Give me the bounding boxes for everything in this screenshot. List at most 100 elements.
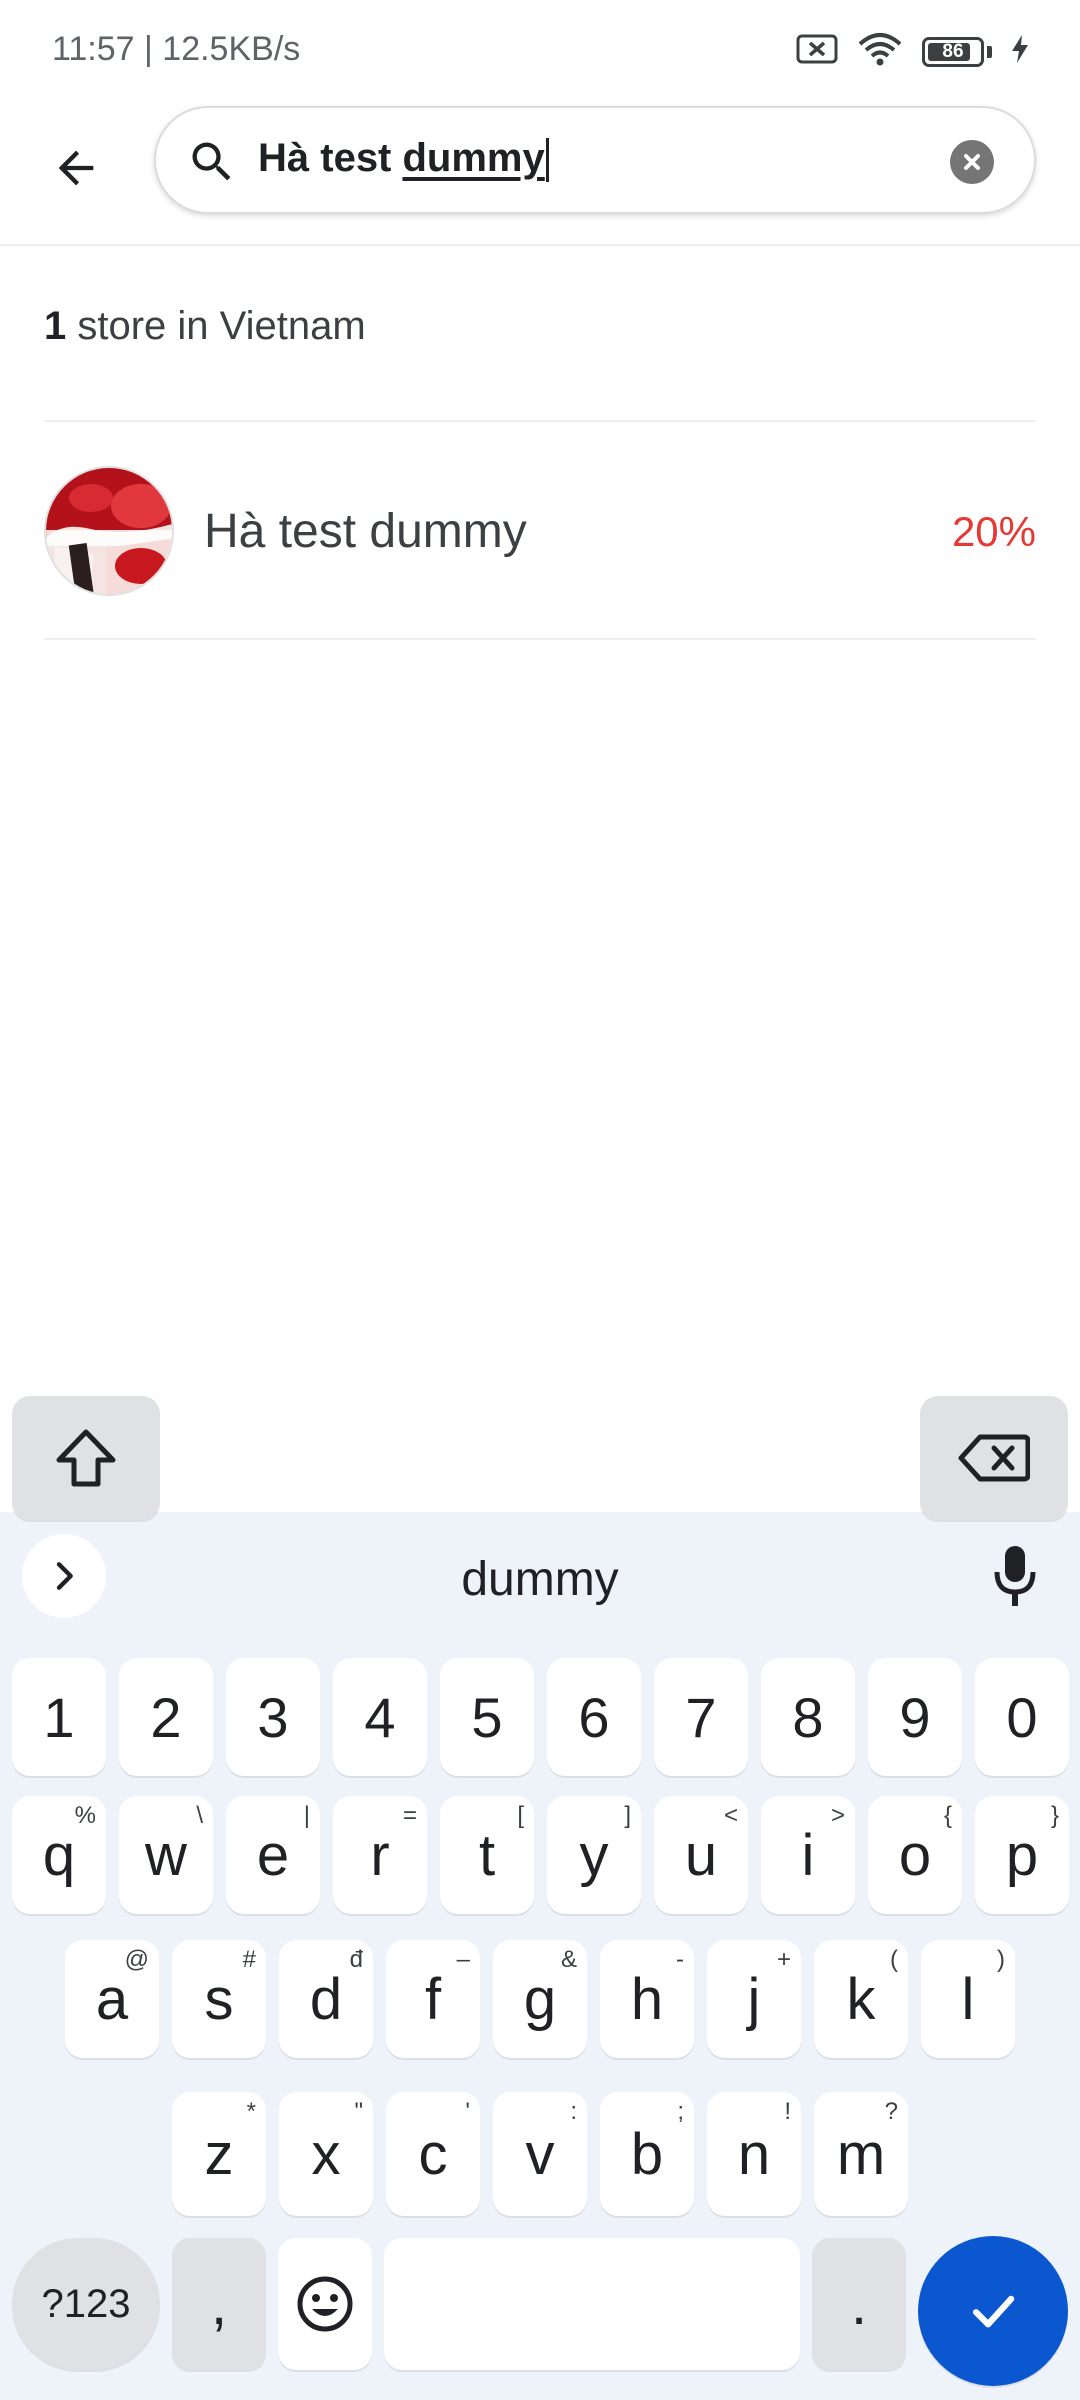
key-hint: " bbox=[354, 2098, 363, 2125]
divider bbox=[44, 638, 1036, 640]
key-label: q bbox=[42, 1822, 76, 1888]
symbols-key[interactable]: ?123 bbox=[12, 2238, 160, 2370]
key-hint: : bbox=[570, 2098, 577, 2125]
key-hint: # bbox=[242, 1946, 256, 1973]
key-4[interactable]: 4 bbox=[333, 1658, 427, 1776]
key-i[interactable]: i > bbox=[761, 1796, 855, 1914]
comma-key[interactable]: , bbox=[172, 2238, 266, 2370]
key-5[interactable]: 5 bbox=[440, 1658, 534, 1776]
enter-key[interactable] bbox=[918, 2236, 1068, 2386]
key-q[interactable]: q% bbox=[12, 1796, 106, 1914]
key-h[interactable]: h- bbox=[600, 1940, 694, 2058]
key-8[interactable]: 8 bbox=[761, 1658, 855, 1776]
key-y[interactable]: y] bbox=[547, 1796, 641, 1914]
key-l[interactable]: l) bbox=[921, 1940, 1015, 2058]
wifi-icon bbox=[856, 32, 904, 71]
key-r[interactable]: r = bbox=[333, 1796, 427, 1914]
key-label: s bbox=[204, 1966, 234, 2032]
key-label: 6 bbox=[578, 1685, 610, 1749]
store-avatar bbox=[44, 466, 174, 596]
key-hint: < bbox=[723, 1802, 738, 1829]
backspace-key[interactable] bbox=[920, 1396, 1068, 1520]
microphone-icon bbox=[994, 1546, 1036, 1606]
key-j[interactable]: j + bbox=[707, 1940, 801, 2058]
key-hint: \ bbox=[196, 1802, 203, 1829]
key-label: d bbox=[309, 1966, 343, 2032]
key-m[interactable]: m? bbox=[814, 2092, 908, 2216]
voice-input-button[interactable] bbox=[990, 1544, 1040, 1608]
search-app-bar: Hà test dummy bbox=[0, 100, 1080, 246]
key-label: 3 bbox=[257, 1685, 289, 1749]
key-t[interactable]: t[ bbox=[440, 1796, 534, 1914]
key-v[interactable]: v: bbox=[493, 2092, 587, 2216]
clear-search-button[interactable] bbox=[950, 140, 994, 184]
key-a[interactable]: a @ bbox=[65, 1940, 159, 2058]
key-6[interactable]: 6 bbox=[547, 1658, 641, 1776]
key-d[interactable]: dđ bbox=[279, 1940, 373, 2058]
result-count: 1 store in Vietnam bbox=[44, 304, 366, 349]
key-hint: * bbox=[246, 2098, 256, 2125]
key-label: 8 bbox=[792, 1685, 824, 1749]
search-query[interactable]: Hà test dummy bbox=[258, 136, 549, 183]
key-p[interactable]: p} bbox=[975, 1796, 1069, 1914]
key-k[interactable]: k( bbox=[814, 1940, 908, 2058]
key-label: 9 bbox=[899, 1685, 931, 1749]
key-c[interactable]: c ' bbox=[386, 2092, 480, 2216]
key-o[interactable]: o{ bbox=[868, 1796, 962, 1914]
text-caret bbox=[545, 138, 549, 183]
key-label: t bbox=[478, 1822, 496, 1888]
charging-bolt-icon bbox=[1010, 33, 1030, 70]
divider bbox=[44, 420, 1036, 422]
key-label: l bbox=[961, 1966, 975, 2032]
key-f[interactable]: f – bbox=[386, 1940, 480, 2058]
battery-level: 86 bbox=[942, 40, 964, 62]
key-x[interactable]: x " bbox=[279, 2092, 373, 2216]
shift-key[interactable] bbox=[12, 1396, 160, 1520]
key-1[interactable]: 1 bbox=[12, 1658, 106, 1776]
key-9[interactable]: 9 bbox=[868, 1658, 962, 1776]
key-label: a bbox=[95, 1966, 129, 2032]
result-count-number: 1 bbox=[44, 304, 67, 348]
key-label: 1 bbox=[43, 1685, 75, 1749]
key-g[interactable]: g & bbox=[493, 1940, 587, 2058]
key-label: k bbox=[846, 1966, 876, 2032]
key-hint: & bbox=[560, 1946, 577, 1973]
suggestion-bar: dummy bbox=[0, 1512, 1080, 1642]
key-0[interactable]: 0 bbox=[975, 1658, 1069, 1776]
key-label: u bbox=[684, 1822, 718, 1888]
emoji-key[interactable] bbox=[278, 2238, 372, 2370]
key-hint: [ bbox=[517, 1802, 524, 1829]
key-e[interactable]: e | bbox=[226, 1796, 320, 1914]
key-hint: | bbox=[303, 1802, 310, 1829]
back-button[interactable] bbox=[34, 126, 118, 210]
checkmark-icon bbox=[972, 2295, 1015, 2328]
shift-icon bbox=[56, 1429, 116, 1487]
key-3[interactable]: 3 bbox=[226, 1658, 320, 1776]
close-icon bbox=[964, 154, 980, 170]
key-u[interactable]: u < bbox=[654, 1796, 748, 1914]
key-w[interactable]: w \ bbox=[119, 1796, 213, 1914]
status-bar: 11:57 | 12.5KB/s 86 bbox=[0, 0, 1080, 100]
space-key[interactable] bbox=[384, 2238, 800, 2370]
key-hint: % bbox=[74, 1802, 96, 1829]
word-suggestion[interactable]: dummy bbox=[0, 1552, 1080, 1607]
search-input[interactable]: Hà test dummy bbox=[154, 106, 1036, 214]
emoji-icon bbox=[297, 2276, 353, 2332]
key-2[interactable]: 2 bbox=[119, 1658, 213, 1776]
key-label: b bbox=[630, 2121, 664, 2187]
key-label: v bbox=[525, 2121, 555, 2187]
key-7[interactable]: 7 bbox=[654, 1658, 748, 1776]
key-label: 2 bbox=[150, 1685, 182, 1749]
key-b[interactable]: b; bbox=[600, 2092, 694, 2216]
store-list-item[interactable]: Hà test dummy 20% bbox=[0, 426, 1080, 636]
key-z[interactable]: z * bbox=[172, 2092, 266, 2216]
battery-tip bbox=[987, 45, 992, 58]
search-query-prefix: Hà test bbox=[258, 136, 403, 180]
key-s[interactable]: s # bbox=[172, 1940, 266, 2058]
key-n[interactable]: n! bbox=[707, 2092, 801, 2216]
key-label: z bbox=[204, 2121, 234, 2187]
key-label: x bbox=[311, 2121, 341, 2187]
key-label: p bbox=[1005, 1822, 1039, 1888]
period-key[interactable]: . bbox=[812, 2238, 906, 2370]
key-hint: } bbox=[1050, 1802, 1059, 1829]
